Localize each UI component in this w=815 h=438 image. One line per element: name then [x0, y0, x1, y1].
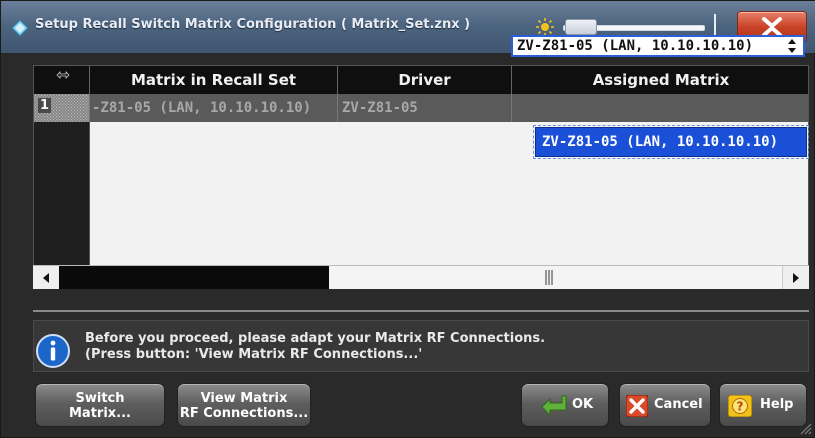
separator-line: [33, 310, 809, 312]
matrix-table: Matrix in Recall Set Driver Assigned Mat…: [33, 65, 809, 289]
column-resize-corner[interactable]: [34, 66, 90, 94]
row-number: 1: [38, 98, 52, 113]
help-button[interactable]: ? Help: [719, 383, 807, 427]
arrow-right-icon: [793, 273, 799, 283]
scroll-grip-icon: [545, 270, 553, 285]
help-label: Help: [760, 397, 794, 412]
row-number-cell[interactable]: 1: [34, 94, 90, 122]
scroll-right-button[interactable]: [782, 266, 809, 289]
cell-driver[interactable]: ZV-Z81-05: [338, 94, 512, 122]
svg-text:?: ?: [737, 400, 744, 414]
info-icon: [36, 334, 70, 368]
horizontal-scrollbar[interactable]: [33, 265, 809, 289]
switch-matrix-button[interactable]: Switch Matrix...: [35, 383, 165, 427]
ok-label: OK: [572, 397, 594, 412]
assigned-matrix-select[interactable]: ZV-Z81-05 (LAN, 10.10.10.10): [511, 35, 805, 57]
view-rf-label: View Matrix RF Connections...: [179, 391, 309, 421]
cancel-button[interactable]: Cancel: [619, 383, 711, 427]
scroll-left-button[interactable]: [33, 266, 60, 289]
cancel-label: Cancel: [654, 397, 703, 412]
help-icon: ?: [728, 395, 752, 417]
assigned-matrix-value: ZV-Z81-05 (LAN, 10.10.10.10): [517, 38, 754, 54]
arrow-left-icon: [43, 273, 49, 283]
ok-button[interactable]: OK: [521, 383, 609, 427]
resize-grip-icon[interactable]: [798, 421, 812, 435]
brightness-slider[interactable]: [563, 19, 705, 35]
updown-arrows-icon: [788, 39, 796, 53]
window-title: Setup Recall Switch Matrix Configuration…: [35, 17, 471, 32]
view-matrix-rf-connections-button[interactable]: View Matrix RF Connections...: [177, 383, 311, 427]
check-arrow-icon: [541, 395, 567, 417]
scroll-thumb[interactable]: [59, 266, 329, 289]
info-message: Before you proceed, please adapt your Ma…: [85, 331, 546, 362]
slider-thumb[interactable]: [565, 19, 597, 35]
column-header-assigned[interactable]: Assigned Matrix: [512, 66, 808, 94]
row-header-empty: [34, 122, 90, 270]
column-header-driver[interactable]: Driver: [338, 66, 512, 94]
column-header-matrix[interactable]: Matrix in Recall Set: [90, 66, 338, 94]
close-icon: [762, 17, 782, 37]
app-logo-icon: [11, 19, 29, 37]
sun-icon[interactable]: [535, 17, 555, 37]
cell-matrix-in-recall-set[interactable]: -Z81-05 (LAN, 10.10.10.10): [90, 94, 338, 122]
table-header: Matrix in Recall Set Driver Assigned Mat…: [34, 66, 808, 94]
dialog-window: Setup Recall Switch Matrix Configuration…: [0, 0, 815, 438]
switch-matrix-label: Switch Matrix...: [69, 391, 131, 421]
x-icon: [626, 395, 648, 417]
table-row[interactable]: 1 -Z81-05 (LAN, 10.10.10.10) ZV-Z81-05: [34, 94, 808, 122]
column-resize-icon: [56, 71, 70, 79]
dropdown-option[interactable]: ZV-Z81-05 (LAN, 10.10.10.10): [533, 125, 809, 159]
